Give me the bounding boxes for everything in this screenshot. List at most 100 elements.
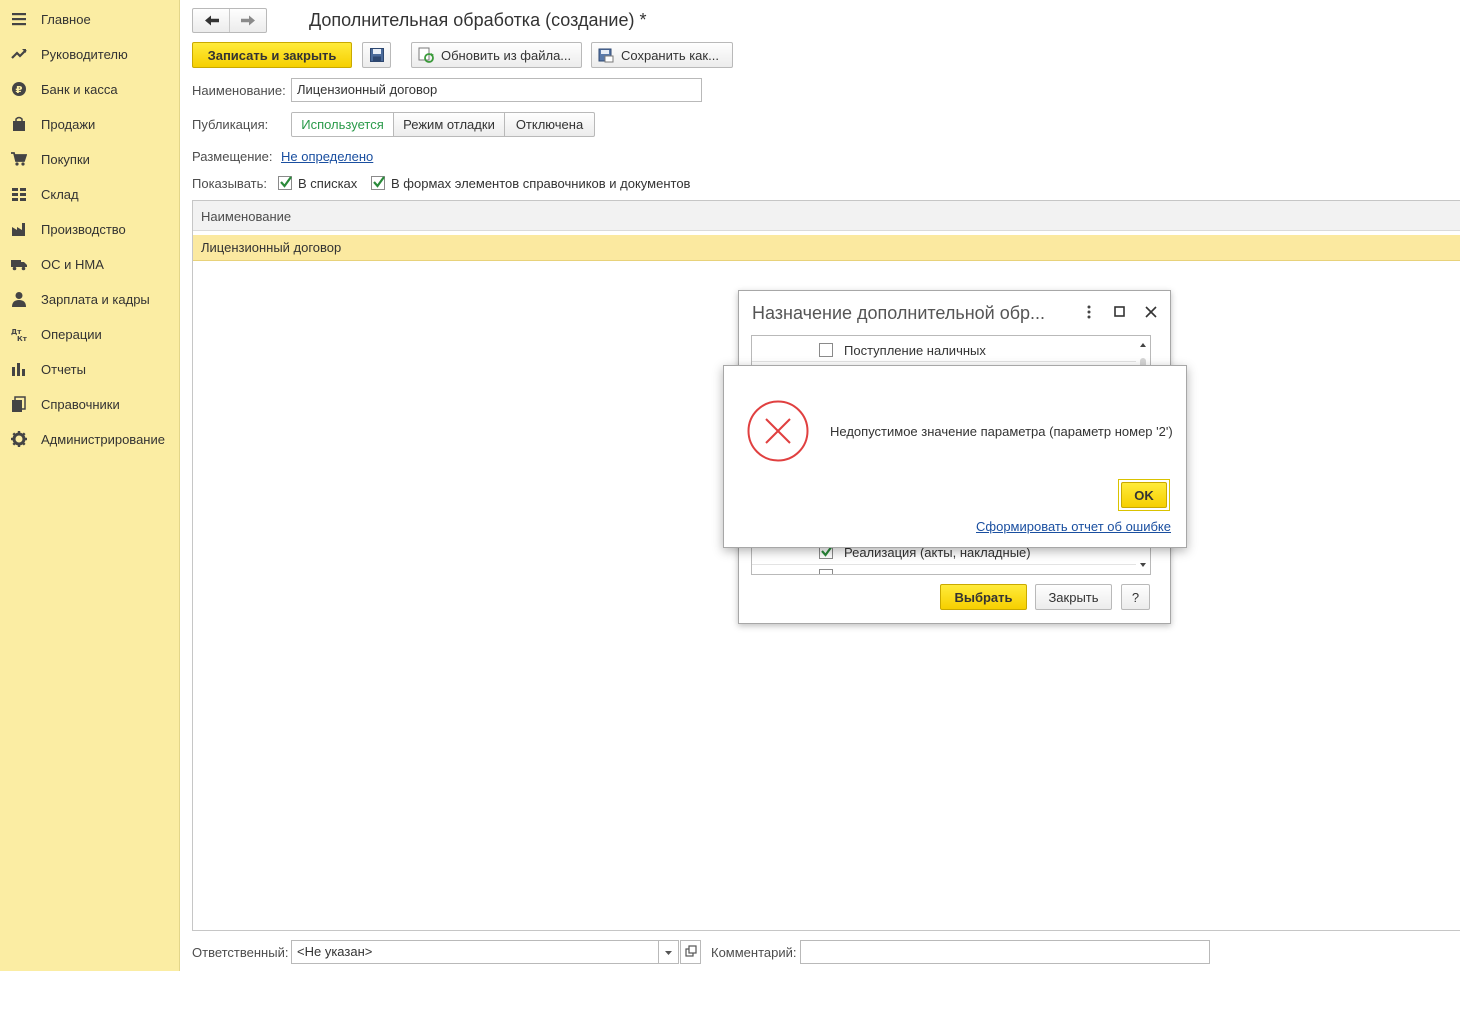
- error-report-link[interactable]: Сформировать отчет об ошибке: [976, 519, 1171, 534]
- warehouse-icon: [12, 188, 26, 201]
- bar-chart-icon: [12, 363, 25, 376]
- sidebar-item-label: Руководителю: [41, 47, 128, 62]
- sidebar-item-reports[interactable]: Отчеты: [0, 351, 180, 386]
- sidebar-item-label: Покупки: [41, 152, 90, 167]
- arrow-right-icon: [241, 15, 255, 26]
- table-cell-name: Лицензионный договор: [201, 240, 342, 255]
- comment-field[interactable]: [800, 940, 1210, 964]
- back-button[interactable]: [193, 9, 230, 32]
- select-button[interactable]: Выбрать: [940, 584, 1027, 610]
- ok-button[interactable]: OK: [1121, 482, 1167, 508]
- scroll-up-icon: [1140, 343, 1146, 347]
- item-checkbox[interactable]: [819, 343, 833, 357]
- help-button[interactable]: ?: [1121, 584, 1150, 610]
- sidebar-item-label: ОС и НМА: [41, 257, 104, 272]
- publication-switch: Используется Режим отладки Отключена: [291, 112, 595, 137]
- list-item[interactable]: Поступление наличных: [752, 338, 1136, 362]
- sidebar-item-purchases[interactable]: Покупки: [0, 141, 180, 176]
- name-label: Наименование:: [192, 83, 286, 98]
- close-icon[interactable]: [1143, 304, 1159, 320]
- name-field[interactable]: Лицензионный договор: [291, 78, 702, 102]
- show-in-forms-label: В формах элементов справочников и докуме…: [391, 176, 691, 191]
- placement-label: Размещение:: [192, 149, 273, 164]
- sidebar-item-production[interactable]: Производство: [0, 211, 180, 246]
- error-dialog: Недопустимое значение параметра (парамет…: [723, 365, 1187, 548]
- nav-buttons: [192, 8, 267, 33]
- comment-label: Комментарий:: [711, 945, 797, 960]
- chevron-down-icon: [665, 951, 672, 955]
- person-icon: [12, 292, 26, 307]
- open-icon: [685, 945, 697, 957]
- scroll-down-icon: [1140, 563, 1146, 567]
- close-button[interactable]: Закрыть: [1035, 584, 1112, 610]
- sidebar-item-label: Производство: [41, 222, 126, 237]
- sidebar-item-bank[interactable]: ₽ Банк и касса: [0, 71, 180, 106]
- placement-link[interactable]: Не определено: [281, 149, 373, 164]
- sidebar-item-label: Продажи: [41, 117, 96, 132]
- save-close-button[interactable]: Записать и закрыть: [192, 42, 352, 68]
- bag-icon: [13, 116, 25, 131]
- floppy-icon: [369, 48, 384, 62]
- show-in-lists-label: В списках: [298, 176, 358, 191]
- sidebar-item-label: Отчеты: [41, 362, 86, 377]
- more-icon[interactable]: [1083, 304, 1095, 320]
- column-header-name[interactable]: Наименование: [201, 209, 291, 224]
- svg-text:Кт: Кт: [17, 335, 27, 342]
- responsible-label: Ответственный:: [192, 945, 289, 960]
- sidebar-item-operations[interactable]: Дт Кт Операции: [0, 316, 180, 351]
- refresh-file-icon: [418, 47, 434, 63]
- trend-icon: [11, 49, 27, 59]
- responsible-dropdown-button[interactable]: [658, 940, 679, 964]
- sidebar-item-label: Зарплата и кадры: [41, 292, 150, 307]
- sidebar-item-catalogs[interactable]: Справочники: [0, 386, 180, 421]
- maximize-icon[interactable]: [1113, 305, 1127, 319]
- cart-icon: [11, 152, 27, 166]
- svg-text:₽: ₽: [16, 85, 23, 96]
- sidebar-item-label: Главное: [41, 12, 91, 27]
- sidebar-item-label: Администрирование: [41, 432, 165, 447]
- responsible-open-button[interactable]: [680, 940, 701, 964]
- save-as-label: Сохранить как...: [621, 47, 719, 63]
- item-checkbox[interactable]: [819, 569, 833, 574]
- sidebar-item-sales[interactable]: Продажи: [0, 106, 180, 141]
- sidebar-item-label: Банк и касса: [41, 82, 118, 97]
- save-as-icon: [598, 48, 614, 63]
- arrow-left-icon: [205, 15, 219, 26]
- checkmark-icon: [373, 176, 385, 188]
- sidebar-item-main[interactable]: Главное: [0, 1, 180, 36]
- table-header: Наименование: [193, 201, 1460, 231]
- sidebar: Главное Руководителю ₽ Банк и касса Прод…: [0, 0, 180, 971]
- dialog-title: Назначение дополнительной обр...: [752, 303, 1046, 323]
- publication-option-disabled[interactable]: Отключена: [505, 113, 594, 136]
- sidebar-item-label: Операции: [41, 327, 102, 342]
- sidebar-item-label: Справочники: [41, 397, 120, 412]
- ok-button-focus: OK: [1118, 479, 1170, 511]
- page-title: Дополнительная обработка (создание) *: [309, 10, 647, 30]
- error-message: Недопустимое значение параметра (парамет…: [830, 424, 1173, 439]
- gear-icon: [11, 431, 27, 447]
- forward-button[interactable]: [230, 9, 267, 32]
- error-icon: [747, 400, 809, 462]
- menu-icon: [12, 13, 26, 26]
- responsible-field[interactable]: <Не указан>: [291, 940, 659, 964]
- save-button[interactable]: [362, 42, 391, 68]
- sidebar-item-warehouse[interactable]: Склад: [0, 176, 180, 211]
- sidebar-item-assets[interactable]: ОС и НМА: [0, 246, 180, 281]
- update-from-file-button[interactable]: Обновить из файла...: [411, 42, 582, 68]
- save-as-button[interactable]: Сохранить как...: [591, 42, 733, 68]
- sidebar-item-director[interactable]: Руководителю: [0, 36, 180, 71]
- truck-icon: [11, 260, 27, 271]
- sidebar-item-salary[interactable]: Зарплата и кадры: [0, 281, 180, 316]
- books-icon: [12, 396, 26, 412]
- publication-label: Публикация:: [192, 117, 269, 132]
- sidebar-item-admin[interactable]: Администрирование: [0, 421, 180, 456]
- checkmark-icon: [280, 176, 292, 188]
- publication-option-used[interactable]: Используется: [292, 113, 394, 136]
- show-in-forms-checkbox[interactable]: [371, 176, 385, 190]
- show-label: Показывать:: [192, 176, 267, 191]
- factory-icon: [12, 223, 25, 236]
- item-label: Поступление наличных: [844, 343, 986, 358]
- publication-option-debug[interactable]: Режим отладки: [394, 113, 505, 136]
- show-in-lists-checkbox[interactable]: [278, 176, 292, 190]
- table-row[interactable]: Лицензионный договор: [193, 235, 1460, 261]
